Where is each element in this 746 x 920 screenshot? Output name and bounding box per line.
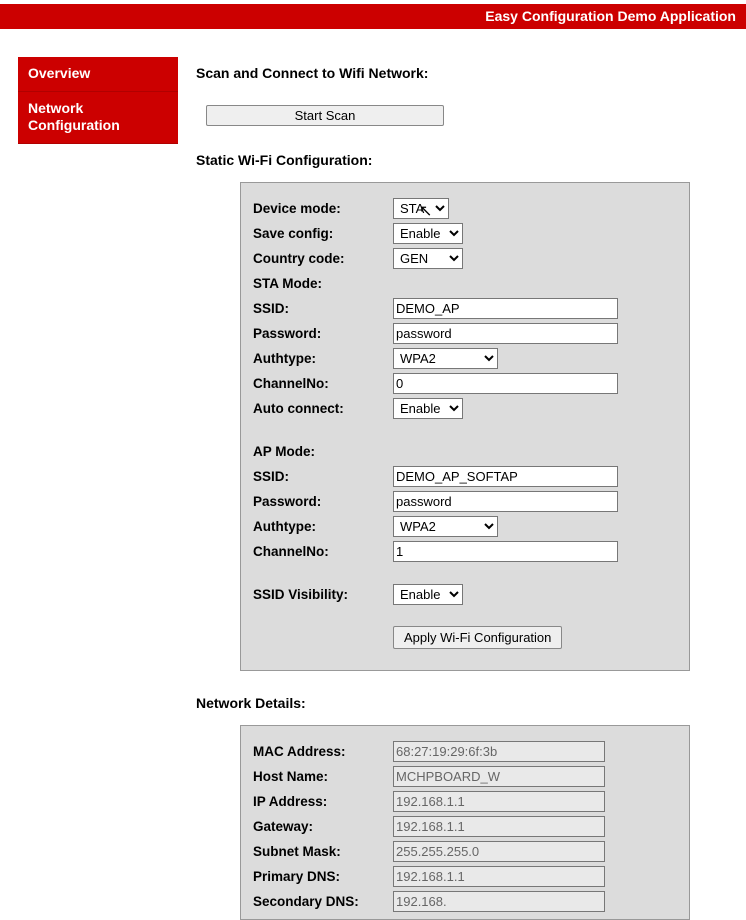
gateway-value <box>393 816 605 837</box>
sta-auth-select[interactable]: WPA2 <box>393 348 498 369</box>
subnet-value <box>393 841 605 862</box>
scan-section-title: Scan and Connect to Wifi Network: <box>196 65 690 81</box>
ap-password-input[interactable] <box>393 491 618 512</box>
save-config-label: Save config: <box>253 226 393 241</box>
hostname-label: Host Name: <box>253 769 393 784</box>
sdns-label: Secondary DNS: <box>253 894 393 909</box>
ip-label: IP Address: <box>253 794 393 809</box>
header-bar: Easy Configuration Demo Application <box>0 4 746 29</box>
ssid-visibility-label: SSID Visibility: <box>253 587 393 602</box>
auto-connect-select[interactable]: Enable <box>393 398 463 419</box>
ap-ssid-label: SSID: <box>253 469 393 484</box>
mac-label: MAC Address: <box>253 744 393 759</box>
device-mode-select[interactable]: STA <box>393 198 449 219</box>
sta-ssid-input[interactable] <box>393 298 618 319</box>
ap-auth-select[interactable]: WPA2 <box>393 516 498 537</box>
pdns-value <box>393 866 605 887</box>
sta-auth-label: Authtype: <box>253 351 393 366</box>
device-mode-label: Device mode: <box>253 201 393 216</box>
sidebar-item-overview[interactable]: Overview <box>18 57 178 92</box>
country-code-label: Country code: <box>253 251 393 266</box>
ap-mode-header: AP Mode: <box>253 444 393 459</box>
sidebar: Overview Network Configuration <box>18 57 178 144</box>
ip-value <box>393 791 605 812</box>
auto-connect-label: Auto connect: <box>253 401 393 416</box>
sta-password-input[interactable] <box>393 323 618 344</box>
subnet-label: Subnet Mask: <box>253 844 393 859</box>
hostname-value <box>393 766 605 787</box>
ssid-visibility-select[interactable]: Enable <box>393 584 463 605</box>
start-scan-button[interactable]: Start Scan <box>206 105 444 126</box>
sta-channel-input[interactable] <box>393 373 618 394</box>
sta-mode-header: STA Mode: <box>253 276 393 291</box>
network-details-title: Network Details: <box>196 695 690 711</box>
gateway-label: Gateway: <box>253 819 393 834</box>
network-details-panel: MAC Address: Host Name: IP Address: Gate… <box>240 725 690 920</box>
save-config-select[interactable]: Enable <box>393 223 463 244</box>
sta-channel-label: ChannelNo: <box>253 376 393 391</box>
app-title: Easy Configuration Demo Application <box>485 8 736 24</box>
sidebar-item-network-configuration[interactable]: Network Configuration <box>18 92 178 144</box>
ap-ssid-input[interactable] <box>393 466 618 487</box>
pdns-label: Primary DNS: <box>253 869 393 884</box>
sdns-value <box>393 891 605 912</box>
apply-wifi-button[interactable]: Apply Wi-Fi Configuration <box>393 626 562 649</box>
country-code-select[interactable]: GEN <box>393 248 463 269</box>
ap-password-label: Password: <box>253 494 393 509</box>
mac-value <box>393 741 605 762</box>
wifi-config-panel: Device mode: STA ↖ Save config: Enable C… <box>240 182 690 671</box>
ap-channel-input[interactable] <box>393 541 618 562</box>
sta-ssid-label: SSID: <box>253 301 393 316</box>
static-wifi-title: Static Wi-Fi Configuration: <box>196 152 690 168</box>
ap-channel-label: ChannelNo: <box>253 544 393 559</box>
sta-password-label: Password: <box>253 326 393 341</box>
ap-auth-label: Authtype: <box>253 519 393 534</box>
